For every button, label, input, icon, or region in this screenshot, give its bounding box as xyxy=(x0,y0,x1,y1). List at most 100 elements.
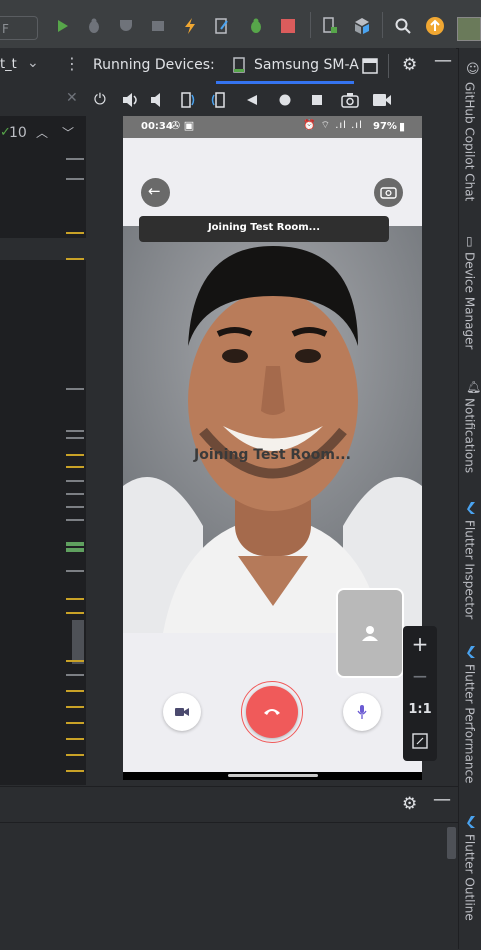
more-options-icon[interactable]: ⋮ xyxy=(64,54,80,73)
phone-icon xyxy=(233,57,245,73)
home-icon[interactable] xyxy=(279,94,291,106)
chevron-up-icon[interactable]: ︿ xyxy=(36,124,48,141)
device-tab[interactable]: Samsung SM-A xyxy=(216,48,359,84)
scroll-thumb[interactable] xyxy=(72,620,84,664)
tab-label: Device Manager xyxy=(462,252,477,350)
zoom-fit-button[interactable] xyxy=(405,726,435,756)
gear-icon[interactable]: ⚙ xyxy=(402,55,417,75)
gutter-mark[interactable] xyxy=(66,506,84,508)
gutter-mark[interactable] xyxy=(66,258,84,260)
rotate-right-icon[interactable] xyxy=(210,91,228,109)
tab-label: Flutter Performance xyxy=(462,664,477,784)
device-mirror-icon[interactable] xyxy=(320,16,340,36)
hot-reload-icon[interactable] xyxy=(180,16,200,36)
stop-icon[interactable] xyxy=(278,16,298,36)
close-icon[interactable]: ✕ xyxy=(66,90,78,106)
debug-icon[interactable] xyxy=(84,16,104,36)
zoom-in-button[interactable]: + xyxy=(405,629,435,659)
phone-hangup-icon xyxy=(264,709,280,715)
device-tab-label: Samsung SM-A xyxy=(254,57,359,73)
record-screen-icon[interactable] xyxy=(372,93,392,107)
attach-debugger-icon[interactable] xyxy=(246,16,266,36)
rotate-left-icon[interactable] xyxy=(178,91,196,109)
problems-count[interactable]: 10 xyxy=(9,125,27,141)
gutter-mark[interactable] xyxy=(66,738,84,740)
gutter-mark[interactable] xyxy=(66,770,84,772)
gutter-mark[interactable] xyxy=(66,430,84,432)
gutter-mark[interactable] xyxy=(66,754,84,756)
overview-icon[interactable] xyxy=(311,94,323,106)
minimize-icon[interactable]: — xyxy=(433,789,451,810)
camera-toggle-button[interactable] xyxy=(163,693,201,731)
microphone-toggle-button[interactable] xyxy=(343,693,381,731)
chevron-down-icon[interactable]: ﹀ xyxy=(62,124,74,141)
tab-device-manager[interactable]: Device Manager xyxy=(458,252,481,362)
volume-up-icon[interactable] xyxy=(122,92,140,108)
gutter-mark[interactable] xyxy=(66,388,84,390)
coverage-icon[interactable] xyxy=(148,16,168,36)
tab-flutter-outline[interactable]: Flutter Outline xyxy=(458,834,481,944)
copilot-icon[interactable]: ☺ xyxy=(466,62,480,77)
profile-icon[interactable] xyxy=(116,16,136,36)
tab-github-copilot-chat[interactable]: GitHub Copilot Chat xyxy=(458,82,481,212)
power-icon[interactable]: ⏻ xyxy=(94,90,106,108)
back-button[interactable]: ← xyxy=(141,178,170,207)
gutter-mark[interactable] xyxy=(66,706,84,708)
bottom-panel-header: ⚙ — xyxy=(0,787,458,823)
status-time: 00:34 xyxy=(141,121,173,132)
gutter-mark[interactable] xyxy=(66,598,84,600)
joining-overlay-text: Joining Test Room... xyxy=(194,447,351,463)
joining-banner: Joining Test Room... xyxy=(139,216,389,242)
switch-camera-button[interactable] xyxy=(374,178,403,207)
bell-icon[interactable]: 🔔︎ xyxy=(466,380,481,394)
scrollbar-thumb[interactable] xyxy=(447,827,456,859)
update-icon[interactable] xyxy=(425,16,445,36)
signal-icons: ⏰ ⌔ .ıl .ıl xyxy=(303,120,363,131)
chevron-down-icon[interactable]: ⌄ xyxy=(27,55,39,71)
zoom-actual-size-button[interactable]: 1:1 xyxy=(405,694,435,724)
gutter-mark[interactable] xyxy=(66,466,84,468)
avatar[interactable] xyxy=(457,17,481,41)
gutter-mark[interactable] xyxy=(66,548,84,552)
gutter-mark[interactable] xyxy=(66,722,84,724)
editor-tab-strip: t_t ⌄ ⋮ xyxy=(0,48,86,85)
sdk-manager-icon[interactable] xyxy=(352,16,372,36)
run-icon[interactable] xyxy=(52,16,72,36)
gutter-mark[interactable] xyxy=(66,690,84,692)
device-screen[interactable]: 00:34 ✇ ▣ ⏰ ⌔ .ıl .ıl 97% ▮ Joining Test… xyxy=(123,116,422,780)
gutter-mark[interactable] xyxy=(66,519,84,521)
gutter-mark[interactable] xyxy=(66,612,84,614)
gesture-handle[interactable] xyxy=(228,774,318,777)
gutter-mark[interactable] xyxy=(66,437,84,439)
volume-down-icon[interactable] xyxy=(150,92,164,108)
notification-icons: ✇ ▣ xyxy=(171,119,195,132)
gutter-mark[interactable] xyxy=(66,674,84,676)
hot-restart-icon[interactable] xyxy=(212,16,232,36)
local-video-tile[interactable] xyxy=(336,588,404,678)
minimize-icon[interactable]: — xyxy=(434,50,452,71)
zoom-out-button[interactable]: − xyxy=(405,661,435,691)
gutter-mark[interactable] xyxy=(66,178,84,180)
device-manager-icon[interactable]: ▯ xyxy=(466,234,473,248)
editor-tab-label[interactable]: t_t xyxy=(0,57,17,72)
bottom-tool-window: ⚙ — xyxy=(0,786,458,950)
tab-flutter-performance[interactable]: Flutter Performance xyxy=(458,664,481,794)
gutter-mark[interactable] xyxy=(66,158,84,160)
back-icon[interactable] xyxy=(246,94,258,106)
gutter-mark[interactable] xyxy=(66,570,84,572)
search-icon[interactable] xyxy=(393,16,413,36)
gutter-mark[interactable] xyxy=(66,480,84,482)
gutter-mark[interactable] xyxy=(66,454,84,456)
run-configuration-combo[interactable]: F xyxy=(0,16,38,40)
hangup-button[interactable] xyxy=(246,686,298,738)
tab-flutter-inspector[interactable]: Flutter Inspector xyxy=(458,520,481,630)
gutter-mark[interactable] xyxy=(66,493,84,495)
window-icon[interactable] xyxy=(362,58,378,74)
gutter-mark[interactable] xyxy=(66,542,84,546)
toolbar-separator xyxy=(310,12,311,38)
tab-notifications[interactable]: Notifications xyxy=(458,398,481,488)
gutter-mark[interactable] xyxy=(66,660,84,662)
gutter-mark[interactable] xyxy=(66,232,84,234)
screenshot-icon[interactable] xyxy=(341,92,359,108)
gear-icon[interactable]: ⚙ xyxy=(402,794,417,814)
